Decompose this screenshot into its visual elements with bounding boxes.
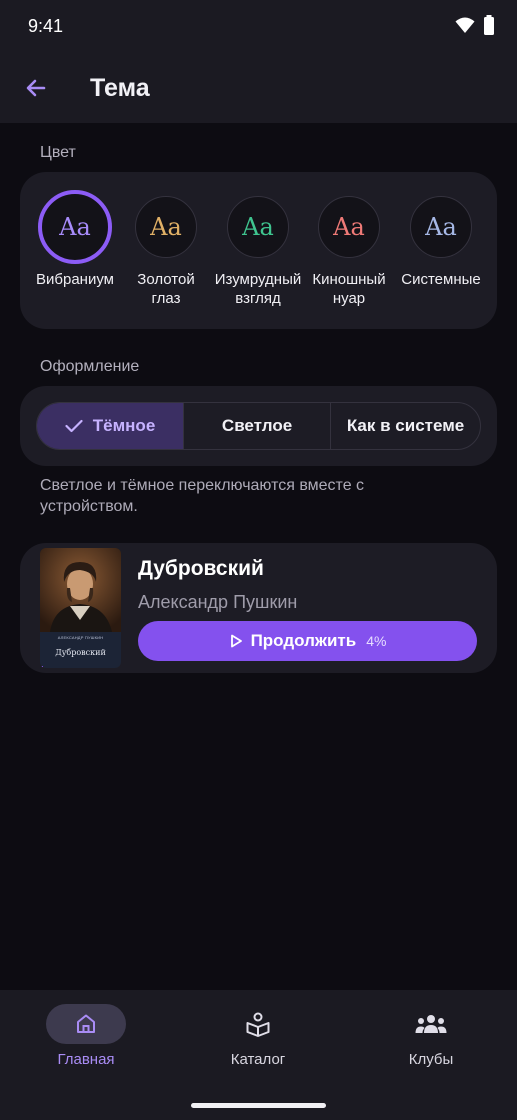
swatch-golden-eye[interactable]: Aa Золотой глаз xyxy=(121,190,211,308)
nav-catalog[interactable]: Каталог xyxy=(188,1004,328,1068)
segment-dark[interactable]: Тёмное xyxy=(37,403,185,449)
swatch-preview: Aa xyxy=(410,196,472,258)
swatch-label: Изумрудный взгляд xyxy=(214,271,302,307)
color-section-label: Цвет xyxy=(40,144,76,161)
cover-title: Дубровский xyxy=(55,648,106,657)
swatch-preview: Aa xyxy=(318,196,380,258)
progress-percent: 4% xyxy=(366,633,387,649)
swatch-label: Золотой глаз xyxy=(137,271,195,307)
swatch-label: Вибраниум xyxy=(36,271,114,288)
segment-light[interactable]: Светлое xyxy=(184,403,332,449)
clubs-icon xyxy=(415,1015,447,1033)
nav-indicator xyxy=(46,1004,126,1044)
swatch-glyph: Aa xyxy=(333,213,365,241)
portrait-image xyxy=(40,548,121,632)
status-icons xyxy=(455,15,495,35)
nav-label: Главная xyxy=(57,1051,115,1068)
play-icon xyxy=(230,634,242,648)
back-button[interactable] xyxy=(16,66,56,110)
cover-title-band: АЛЕКСАНДР ПУШКИН Дубровский xyxy=(40,632,121,668)
screen: 9:41 Тема Цвет Aa Вибраниум Aa Золотой г… xyxy=(0,0,517,1120)
status-time: 9:41 xyxy=(28,16,64,36)
appearance-card: Тёмное Светлое Как в системе xyxy=(20,386,497,466)
appearance-section-label: Оформление xyxy=(40,358,140,375)
catalog-icon xyxy=(246,1012,270,1037)
wifi-icon xyxy=(455,17,475,33)
swatch-system[interactable]: Aa Системные xyxy=(396,190,486,289)
segment-label: Как в системе xyxy=(346,416,465,435)
nav-indicator xyxy=(218,1004,298,1044)
continue-reading-button[interactable]: Продолжить 4% xyxy=(138,621,477,661)
book-title: Дубровский xyxy=(138,557,264,580)
swatch-cinema-noir[interactable]: Aa Киношный нуар xyxy=(304,190,394,308)
swatch-preview: Aa xyxy=(38,190,112,264)
page-title: Тема xyxy=(90,74,150,102)
app-bar: Тема xyxy=(0,52,517,123)
swatch-glyph: Aa xyxy=(59,213,91,241)
continue-label: Продолжить xyxy=(250,631,357,650)
swatch-emerald-look[interactable]: Aa Изумрудный взгляд xyxy=(213,190,303,308)
swatch-vibranium[interactable]: Aa Вибраниум xyxy=(30,190,120,289)
home-indicator[interactable] xyxy=(191,1103,326,1108)
appearance-hint: Светлое и тёмное переключаются вместе с … xyxy=(40,477,365,515)
continue-reading-card[interactable]: АЛЕКСАНДР ПУШКИН Дубровский Дубровский А… xyxy=(20,543,497,673)
bottom-navigation: Главная Каталог Клубы xyxy=(0,990,517,1120)
color-card: Aa Вибраниум Aa Золотой глаз Aa Изумрудн… xyxy=(20,172,497,329)
arrow-back-icon xyxy=(26,79,46,97)
nav-label: Каталог xyxy=(230,1051,286,1068)
swatch-glyph: Aa xyxy=(242,213,274,241)
segment-system[interactable]: Как в системе xyxy=(331,403,480,449)
book-cover[interactable]: АЛЕКСАНДР ПУШКИН Дубровский xyxy=(40,548,121,668)
book-author: Александр Пушкин xyxy=(138,592,298,612)
reading-progress-bar xyxy=(40,666,44,668)
appearance-segmented-control: Тёмное Светлое Как в системе xyxy=(36,402,481,450)
home-icon xyxy=(77,1014,95,1033)
nav-clubs[interactable]: Клубы xyxy=(361,1004,501,1068)
nav-label: Клубы xyxy=(408,1051,454,1068)
status-bar: 9:41 xyxy=(0,0,517,52)
swatch-label: Киношный нуар xyxy=(312,271,386,307)
swatch-preview: Aa xyxy=(135,196,197,258)
swatch-glyph: Aa xyxy=(150,213,182,241)
segment-label: Светлое xyxy=(221,416,293,435)
cover-author: АЛЕКСАНДР ПУШКИН xyxy=(57,635,104,640)
battery-icon xyxy=(484,15,494,35)
swatch-glyph: Aa xyxy=(425,213,457,241)
segment-label: Тёмное xyxy=(92,416,156,435)
check-icon xyxy=(65,419,83,433)
swatch-preview: Aa xyxy=(227,196,289,258)
nav-home[interactable]: Главная xyxy=(16,1004,156,1068)
swatch-label: Системные xyxy=(401,271,481,288)
nav-indicator xyxy=(391,1004,471,1044)
